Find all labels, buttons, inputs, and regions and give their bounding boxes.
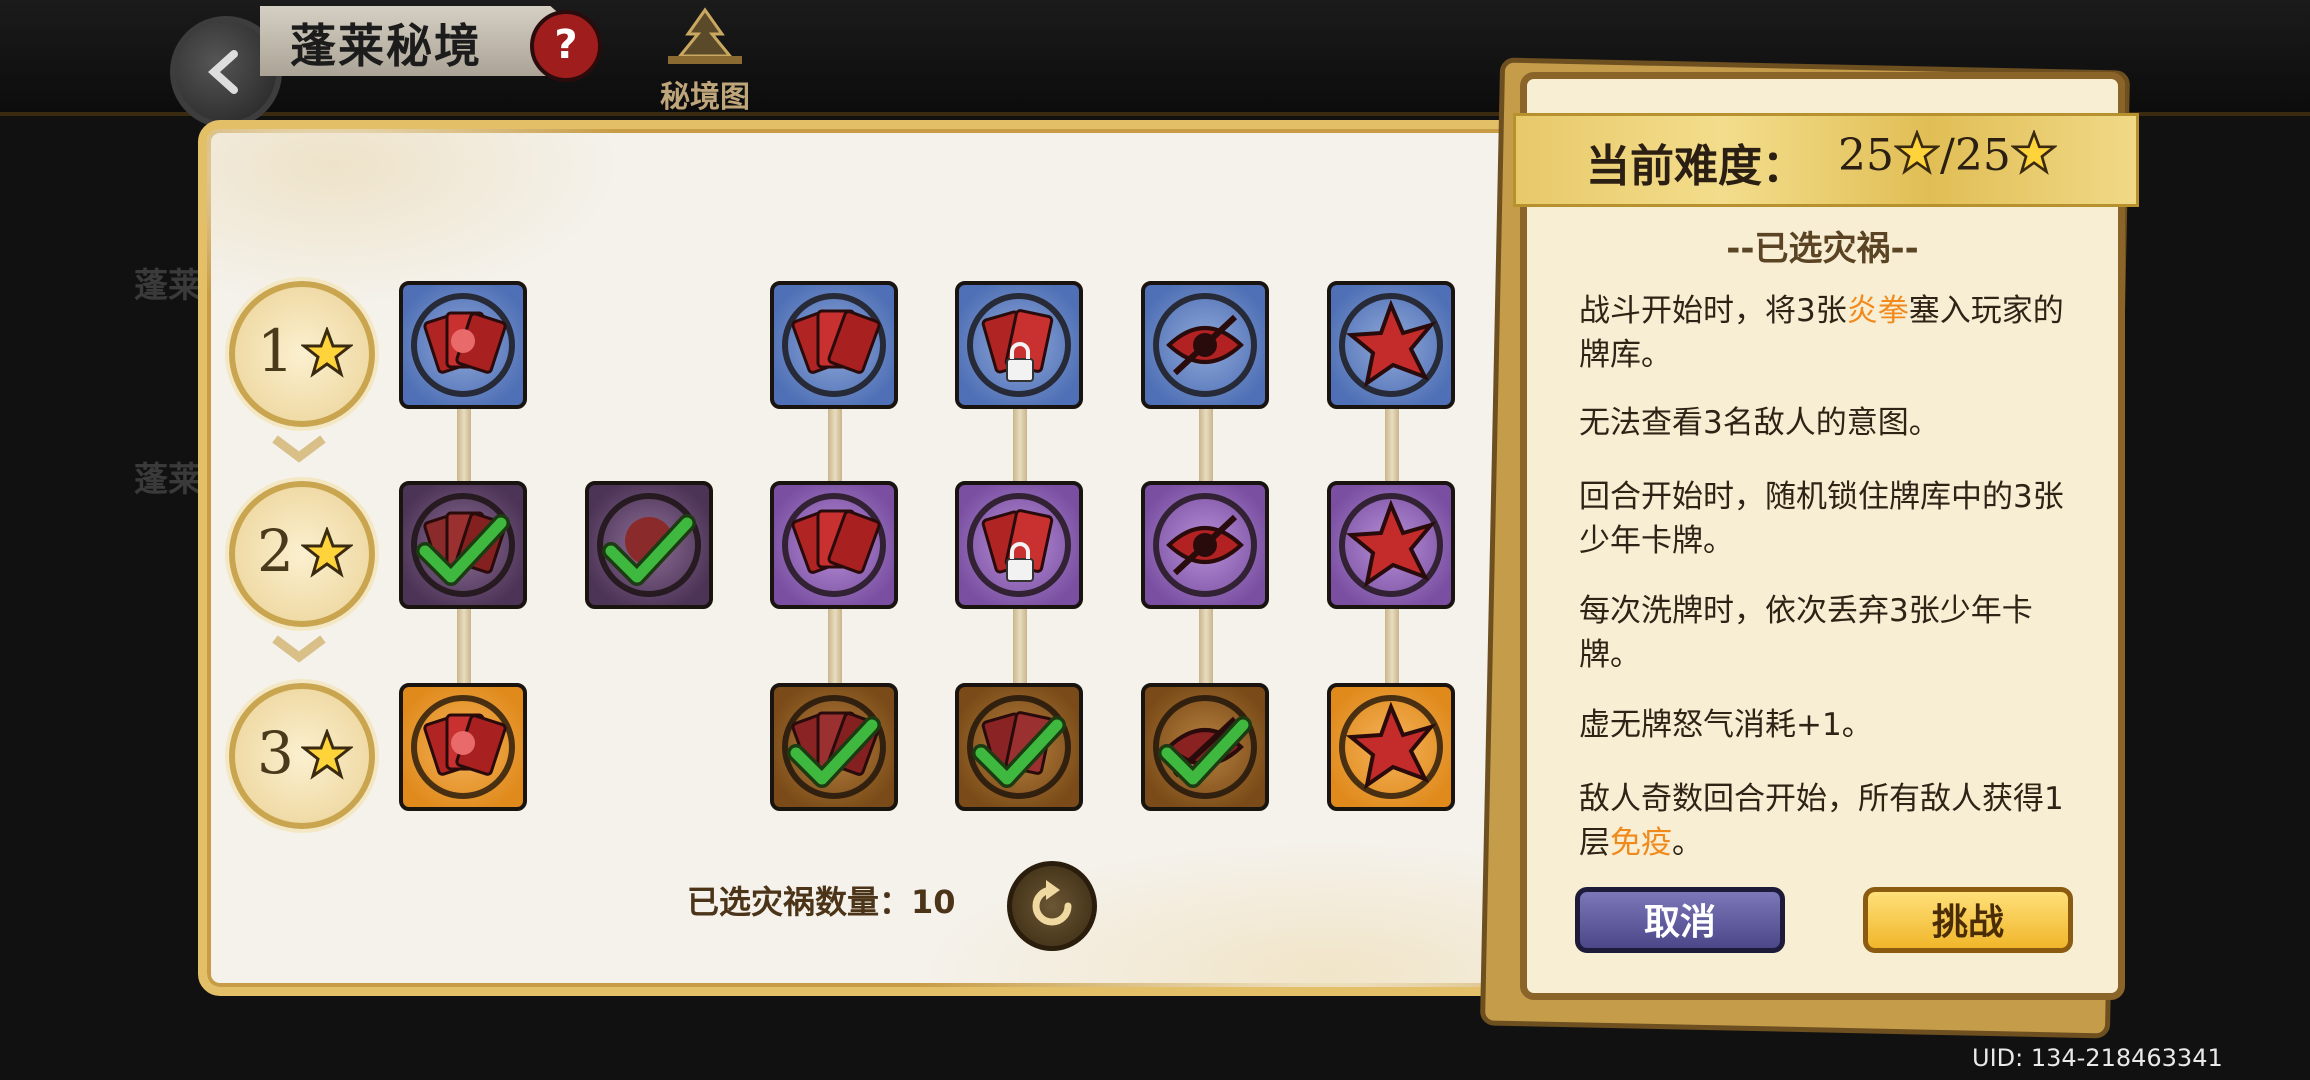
tier-connector: [1385, 409, 1399, 489]
curse-description: 敌人奇数回合开始，所有敌人获得1层免疫。: [1579, 781, 2064, 861]
curse-card-blind-selected[interactable]: [1141, 683, 1269, 811]
flame-icon: [602, 514, 696, 586]
curse-card-fist-selected[interactable]: [399, 481, 527, 609]
locked-cards-icon: [972, 711, 1066, 788]
curse-selection-panel: 1 2 3 已选灾祸数量：10: [198, 120, 1616, 996]
tier-badge-2: 2: [229, 481, 375, 627]
tier-connector: [1013, 409, 1027, 489]
map-label: 秘境图: [660, 80, 750, 115]
difficulty-max: /25: [1940, 130, 2011, 181]
fist-cards-icon: [423, 713, 507, 776]
difficulty-label: 当前难度：: [1586, 141, 1806, 192]
crossed-eye-icon: [1166, 314, 1244, 376]
user-id: UID: 134-218463341: [1972, 1044, 2223, 1072]
curse-card-lock-selected[interactable]: [955, 683, 1083, 811]
curse-card-flame-selected[interactable]: [585, 481, 713, 609]
selected-curses-title: --已选灾祸--: [1726, 229, 1919, 269]
curse-description: 无法查看3名敌人的意图。: [1579, 405, 1940, 441]
crossed-eye-icon: [1166, 514, 1244, 576]
curse-card-fist[interactable]: [399, 281, 527, 409]
locked-cards-icon: [981, 509, 1054, 582]
star-icon: [2009, 128, 2058, 175]
map-icon: [668, 7, 742, 64]
keyword-highlight: 炎拳: [1846, 293, 1909, 329]
chevron-down-icon: [272, 635, 326, 663]
cards-fan-icon: [787, 711, 881, 788]
tier-number: 3: [257, 719, 294, 787]
background-label: 蓬莱: [134, 266, 202, 306]
cancel-button[interactable]: 取消: [1575, 887, 1785, 953]
claw-icon: [1345, 499, 1437, 588]
curse-card-cards[interactable]: [770, 481, 898, 609]
curse-description: 战斗开始时，将3张炎拳塞入玩家的牌库。: [1579, 293, 2064, 373]
tier-number: 1: [257, 317, 294, 385]
page-title: 蓬莱秘境: [290, 19, 482, 73]
locked-cards-icon: [981, 309, 1054, 382]
fist-cards-icon: [416, 511, 510, 586]
curse-card-blind[interactable]: [1141, 481, 1269, 609]
curse-card-blind[interactable]: [1141, 281, 1269, 409]
fist-cards-icon: [423, 311, 507, 374]
tier-connector: [1385, 609, 1399, 691]
difficulty-current: 25: [1838, 130, 1894, 181]
star-icon: [1892, 128, 1942, 175]
curse-card-lock[interactable]: [955, 481, 1083, 609]
curse-description: 回合开始时，随机锁住牌库中的3张少年卡牌。: [1579, 479, 2064, 559]
cards-fan-icon: [791, 509, 881, 574]
curse-card-lock[interactable]: [955, 281, 1083, 409]
tier-connector: [1199, 409, 1213, 489]
difficulty-info-card: 当前难度： 25/25 --已选灾祸-- 战斗开始时，将3张炎拳塞入玩家的牌库。…: [1513, 72, 2139, 1000]
reset-button[interactable]: [1007, 861, 1097, 951]
chevron-down-icon: [272, 435, 326, 463]
curse-card-claw[interactable]: [1327, 683, 1455, 811]
tier-number: 2: [257, 517, 294, 585]
curse-description: 虚无牌怒气消耗+1。: [1579, 707, 1873, 743]
tier-connector: [457, 609, 471, 691]
claw-icon: [1345, 701, 1437, 790]
tier-connector: [457, 409, 471, 489]
background-label: 蓬莱: [134, 460, 202, 500]
tier-connector: [828, 609, 842, 691]
cards-fan-icon: [791, 309, 881, 374]
curse-card-cards-selected[interactable]: [770, 683, 898, 811]
refresh-icon: [1032, 880, 1072, 926]
curse-card-claw[interactable]: [1327, 481, 1455, 609]
tier-connector: [1013, 609, 1027, 691]
tier-connector: [828, 409, 842, 489]
challenge-button[interactable]: 挑战: [1863, 887, 2073, 953]
curse-card-cards[interactable]: [770, 281, 898, 409]
map-button[interactable]: 秘境图: [650, 6, 760, 115]
claw-icon: [1345, 299, 1437, 388]
star-icon: [301, 729, 353, 780]
back-arrow-icon: [208, 50, 238, 94]
difficulty-value: 25/25: [1838, 128, 2058, 181]
crossed-eye-icon: [1158, 716, 1252, 788]
tier-badge-3: 3: [229, 683, 375, 829]
star-icon: [301, 327, 353, 378]
selected-curse-count: 已选灾祸数量：10: [687, 883, 956, 921]
curse-description: 每次洗牌时，依次丢弃3张少年卡牌。: [1579, 593, 2033, 673]
curse-card-claw[interactable]: [1327, 281, 1455, 409]
tier-connector: [1199, 609, 1213, 691]
keyword-highlight: 免疫: [1610, 825, 1672, 861]
curse-card-fist[interactable]: [399, 683, 527, 811]
difficulty-header: 当前难度： 25/25: [1513, 113, 2139, 207]
star-icon: [301, 527, 353, 578]
help-icon: ?: [554, 22, 578, 68]
help-button[interactable]: ?: [530, 10, 602, 82]
tier-badge-1: 1: [229, 281, 375, 427]
